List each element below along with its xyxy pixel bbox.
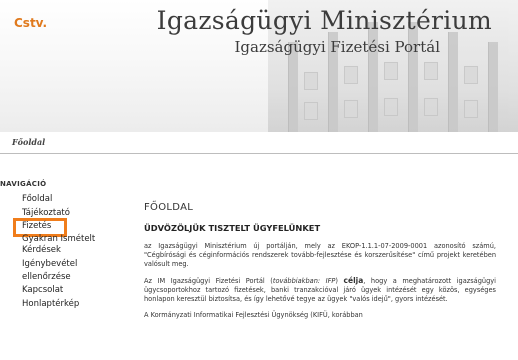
intro-paragraph: az Igazságügyi Minisztérium új portálján… bbox=[144, 242, 496, 268]
nav-item-fooldal[interactable]: Főoldal bbox=[22, 193, 112, 206]
purpose-paragraph: Az IM Igazságügyi Fizetési Portál (továb… bbox=[144, 276, 496, 303]
nav-item-kapcsolat[interactable]: Kapcsolat bbox=[22, 284, 112, 297]
nav-item-fizetes[interactable]: Fizetés bbox=[22, 220, 112, 233]
greeting-heading: ÜDVÖZÖLJÜK TISZTELT ÜGYFELÜNKET bbox=[144, 223, 321, 233]
nav-heading: NAVIGÁCIÓ bbox=[0, 180, 47, 188]
sidebar-nav: Főoldal Tájékoztató Fizetés Gyakran Ismé… bbox=[22, 193, 112, 311]
main-content: FŐOLDAL ÜDVÖZÖLJÜK TISZTELT ÜGYFELÜNKET … bbox=[144, 202, 496, 327]
header-banner: Cstv. Igazságügyi Minisztérium Igazságüg… bbox=[0, 0, 518, 132]
nav-item-tajekoztato[interactable]: Tájékoztató bbox=[22, 207, 112, 220]
site-subtitle: Igazságügyi Fizetési Portál bbox=[234, 38, 440, 56]
breadcrumb-bar: Főoldal bbox=[0, 132, 518, 154]
page-title: FŐOLDAL bbox=[144, 202, 194, 213]
nav-item-igenybevetel[interactable]: Igénybevétel ellenőrzése bbox=[22, 258, 112, 284]
site-title: Igazságügyi Minisztérium bbox=[156, 6, 492, 35]
site-logo[interactable]: Cstv. bbox=[14, 16, 47, 30]
breadcrumb[interactable]: Főoldal bbox=[12, 137, 45, 147]
nav-item-honlapterkep[interactable]: Honlaptérkép bbox=[22, 298, 112, 311]
nav-item-gyik[interactable]: Gyakran Ismételt Kérdések bbox=[22, 234, 112, 256]
kifu-paragraph: A Kormányzati Informatikai Fejlesztési Ü… bbox=[144, 311, 363, 319]
